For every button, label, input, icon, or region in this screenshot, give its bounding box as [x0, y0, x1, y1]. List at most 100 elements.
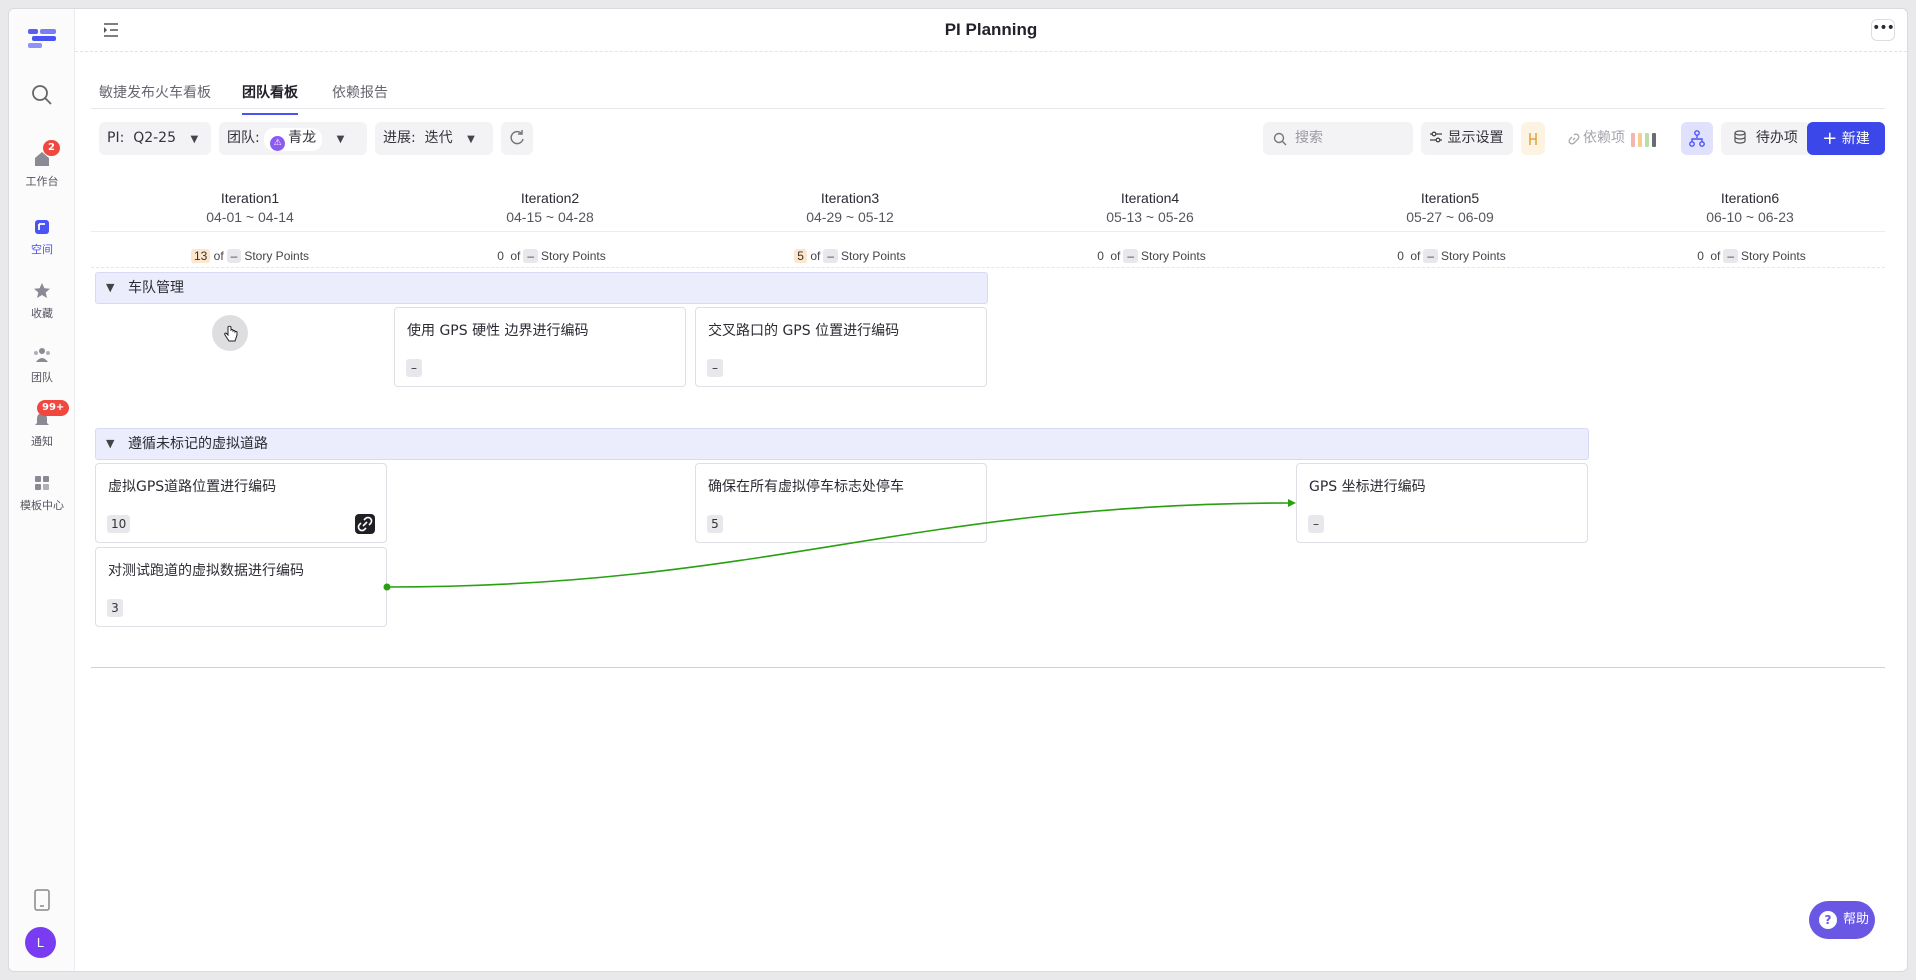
story-card[interactable]: 交叉路口的 GPS 位置进行编码 –: [695, 307, 987, 387]
story-card[interactable]: 确保在所有虚拟停车标志处停车 5: [695, 463, 987, 543]
story-points-badge[interactable]: 5: [707, 515, 723, 533]
iteration-dates: 04-01 ~ 04-14: [206, 209, 294, 225]
iteration-header: Iteration2 04-15 ~ 04-28: [400, 190, 700, 225]
page-title: PI Planning: [944, 20, 1038, 39]
backlog-label: 待办项: [1755, 130, 1798, 146]
display-settings-label: 显示设置: [1447, 130, 1504, 146]
team-avatar-icon: ⚠: [270, 136, 286, 151]
link-icon[interactable]: [355, 514, 375, 534]
dependencies-toggle[interactable]: 依赖项: [1583, 122, 1625, 155]
sidebar-item-templates[interactable]: 模板中心: [9, 473, 75, 513]
toolbar: PI: Q2-25 ▼ 团队: ⚠青龙 ▼ 进展: 迭代 ▼ 搜索 显示设置: [91, 122, 1885, 156]
story-points-badge[interactable]: 10: [107, 515, 131, 533]
new-button[interactable]: + 新建: [1807, 122, 1885, 155]
pi-select[interactable]: PI: Q2-25 ▼: [99, 122, 211, 155]
iteration-header: Iteration6 06-10 ~ 06-23: [1600, 190, 1900, 225]
help-icon: ?: [1819, 911, 1837, 929]
divider: [91, 267, 1885, 268]
story-points-badge[interactable]: –: [707, 359, 723, 377]
tab-team-board[interactable]: 团队看板: [242, 82, 298, 115]
sidebar-item-label: 通知: [31, 435, 53, 448]
story-points-badge[interactable]: 3: [107, 599, 123, 617]
sidebar-item-team[interactable]: 团队: [9, 345, 75, 385]
story-points-summary: 0 of – Story Points: [1000, 249, 1300, 263]
progress-label: 进展:: [383, 130, 416, 146]
iteration-header: Iteration5 05-27 ~ 06-09: [1300, 190, 1600, 225]
sidebar-item-favorites[interactable]: 收藏: [9, 281, 75, 321]
phone-icon[interactable]: [34, 889, 50, 911]
logo-icon[interactable]: [28, 27, 56, 49]
tab-dependency-report[interactable]: 依赖报告: [332, 82, 388, 113]
capacity-value[interactable]: –: [1123, 249, 1139, 263]
sidebar-item-space[interactable]: 空间: [9, 217, 75, 257]
iteration-header: Iteration4 05-13 ~ 05-26: [1000, 190, 1300, 225]
team-value: 青龙: [288, 130, 317, 146]
story-card[interactable]: 对测试跑道的虚拟数据进行编码 3: [95, 547, 387, 627]
plus-icon: +: [1822, 128, 1838, 149]
chevron-down-icon[interactable]: ▼: [106, 429, 114, 459]
iteration-name: Iteration5: [1420, 190, 1480, 206]
group-title: 遵循未标记的虚拟道路: [128, 436, 268, 452]
display-settings-button[interactable]: 显示设置: [1421, 122, 1513, 155]
search-icon: [1273, 132, 1287, 146]
tab-release-train-board[interactable]: 敏捷发布火车看板: [99, 82, 211, 113]
sidebar: 工作台 2 空间 收藏 团队 通知 99+ 模板中心 L: [9, 9, 75, 971]
chevron-down-icon: ▼: [336, 134, 345, 145]
hierarchy-view-button[interactable]: [1681, 122, 1713, 155]
capacity-value[interactable]: –: [1723, 249, 1739, 263]
points-value: 13: [190, 249, 211, 263]
iteration-name: Iteration6: [1720, 190, 1780, 206]
refresh-button[interactable]: [501, 122, 533, 155]
help-button[interactable]: ? 帮助: [1809, 901, 1875, 939]
iteration-dates: 06-10 ~ 06-23: [1706, 209, 1794, 225]
story-points-badge[interactable]: –: [406, 359, 422, 377]
of-label: of: [1110, 249, 1121, 263]
of-label: of: [213, 249, 224, 263]
feature-group-header[interactable]: ▼ 遵循未标记的虚拟道路: [95, 428, 1589, 460]
sidebar-item-label: 收藏: [31, 307, 53, 320]
card-title: 确保在所有虚拟停车标志处停车: [708, 479, 904, 495]
sidebar-item-workbench[interactable]: 工作台: [9, 149, 75, 189]
search-input[interactable]: 搜索: [1263, 122, 1413, 155]
stack-icon: [1734, 130, 1746, 144]
team-select[interactable]: 团队: ⚠ 青龙 ▼: [219, 122, 367, 155]
avatar[interactable]: L: [25, 927, 56, 958]
unit-label: Story Points: [841, 249, 906, 263]
pi-value: Q2-25: [133, 130, 176, 146]
progress-value: 迭代: [424, 130, 453, 146]
story-card[interactable]: GPS 坐标进行编码 –: [1296, 463, 1588, 543]
team-label: 团队:: [227, 130, 260, 146]
pi-label: PI:: [107, 130, 125, 146]
backlog-button[interactable]: 待办项: [1721, 122, 1811, 155]
swimlane-icon: [1529, 133, 1537, 145]
capacity-value[interactable]: –: [226, 249, 242, 263]
chevron-down-icon[interactable]: ▼: [106, 273, 114, 303]
points-value: 0: [1397, 249, 1404, 263]
sidebar-item-label: 团队: [31, 371, 53, 384]
story-points-summary: 0 of – Story Points: [1300, 249, 1600, 263]
iteration-name: Iteration4: [1120, 190, 1180, 206]
story-points-summary: 13 of – Story Points: [100, 249, 400, 263]
refresh-icon: [510, 130, 524, 145]
feature-group-header[interactable]: ▼ 车队管理: [95, 272, 988, 304]
app-window: 工作台 2 空间 收藏 团队 通知 99+ 模板中心 L PI Planning…: [8, 8, 1908, 972]
help-label: 帮助: [1843, 912, 1870, 927]
points-value: 0: [497, 249, 504, 263]
more-icon[interactable]: •••: [1871, 19, 1895, 41]
search-icon[interactable]: [30, 83, 54, 107]
story-card[interactable]: 虚拟GPS道路位置进行编码 10: [95, 463, 387, 543]
capacity-value[interactable]: –: [523, 249, 539, 263]
progress-select[interactable]: 进展: 迭代 ▼: [375, 122, 493, 155]
unit-label: Story Points: [541, 249, 606, 263]
tab-bar: 敏捷发布火车看板 团队看板 依赖报告: [91, 69, 1885, 115]
new-label: 新建: [1841, 131, 1870, 147]
dependency-legend: [1631, 133, 1659, 147]
capacity-value[interactable]: –: [1423, 249, 1439, 263]
story-points-badge[interactable]: –: [1308, 515, 1324, 533]
story-card[interactable]: 使用 GPS 硬性 边界进行编码 –: [394, 307, 686, 387]
swimlane-toggle-button[interactable]: [1521, 122, 1545, 155]
iteration-name: Iteration2: [520, 190, 580, 206]
notification-badge: 99+: [37, 400, 70, 416]
capacity-value[interactable]: –: [823, 249, 839, 263]
hierarchy-icon: [1689, 130, 1705, 147]
